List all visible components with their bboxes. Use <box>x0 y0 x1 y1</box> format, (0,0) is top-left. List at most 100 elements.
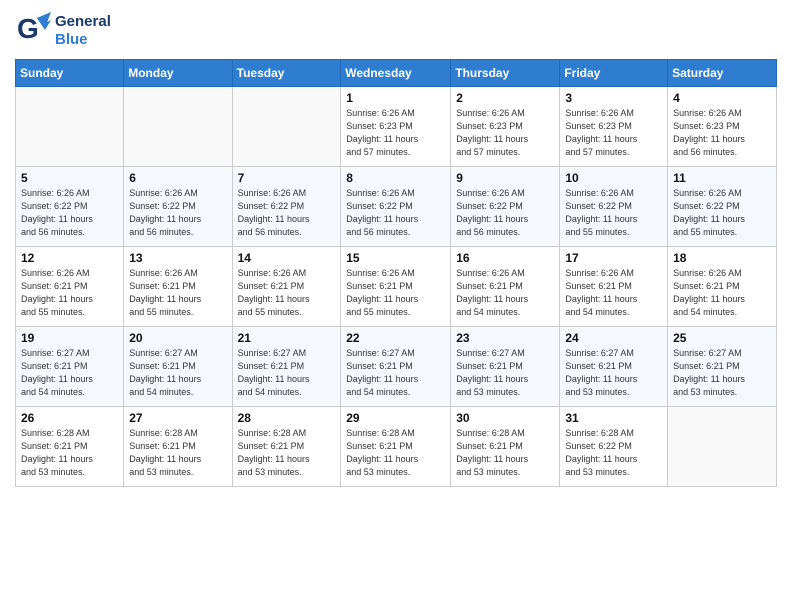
day-info: Sunrise: 6:26 AM Sunset: 6:23 PM Dayligh… <box>456 107 554 159</box>
calendar-cell: 12 Sunrise: 6:26 AM Sunset: 6:21 PM Dayli… <box>16 247 124 327</box>
calendar-cell: 30 Sunrise: 6:28 AM Sunset: 6:21 PM Dayli… <box>451 407 560 487</box>
calendar-cell: 24 Sunrise: 6:27 AM Sunset: 6:21 PM Dayli… <box>560 327 668 407</box>
day-number: 28 <box>238 411 336 425</box>
day-info: Sunrise: 6:26 AM Sunset: 6:21 PM Dayligh… <box>129 267 226 319</box>
calendar-cell: 7 Sunrise: 6:26 AM Sunset: 6:22 PM Daylig… <box>232 167 341 247</box>
calendar-week-3: 12 Sunrise: 6:26 AM Sunset: 6:21 PM Dayli… <box>16 247 777 327</box>
day-number: 5 <box>21 171 118 185</box>
calendar-cell: 17 Sunrise: 6:26 AM Sunset: 6:21 PM Dayli… <box>560 247 668 327</box>
day-info: Sunrise: 6:27 AM Sunset: 6:21 PM Dayligh… <box>456 347 554 399</box>
day-number: 22 <box>346 331 445 345</box>
calendar-cell: 9Sunrise: 6:26 AM Sunset: 6:22 PM Daylig… <box>451 167 560 247</box>
calendar-cell: 25 Sunrise: 6:27 AM Sunset: 6:21 PM Dayli… <box>668 327 777 407</box>
calendar-cell: 16 Sunrise: 6:26 AM Sunset: 6:21 PM Dayli… <box>451 247 560 327</box>
svg-text:G: G <box>17 13 39 44</box>
calendar-table: SundayMondayTuesdayWednesdayThursdayFrid… <box>15 59 777 487</box>
calendar-header: SundayMondayTuesdayWednesdayThursdayFrid… <box>16 60 777 87</box>
day-info: Sunrise: 6:26 AM Sunset: 6:21 PM Dayligh… <box>238 267 336 319</box>
day-info: Sunrise: 6:27 AM Sunset: 6:21 PM Dayligh… <box>238 347 336 399</box>
calendar-cell: 14 Sunrise: 6:26 AM Sunset: 6:21 PM Dayli… <box>232 247 341 327</box>
calendar-page: G General Blue SundayMondayTuesdayWednes… <box>0 0 792 612</box>
day-number: 6 <box>129 171 226 185</box>
calendar-week-1: 1 Sunrise: 6:26 AM Sunset: 6:23 PM Daylig… <box>16 87 777 167</box>
day-info: Sunrise: 6:26 AM Sunset: 6:21 PM Dayligh… <box>21 267 118 319</box>
day-number: 12 <box>21 251 118 265</box>
day-number: 16 <box>456 251 554 265</box>
day-number: 14 <box>238 251 336 265</box>
calendar-cell: 8Sunrise: 6:26 AM Sunset: 6:22 PM Daylig… <box>341 167 451 247</box>
day-number: 30 <box>456 411 554 425</box>
calendar-cell: 27 Sunrise: 6:28 AM Sunset: 6:21 PM Dayli… <box>124 407 232 487</box>
weekday-header-monday: Monday <box>124 60 232 87</box>
calendar-cell: 18 Sunrise: 6:26 AM Sunset: 6:21 PM Dayli… <box>668 247 777 327</box>
day-number: 1 <box>346 91 445 105</box>
calendar-cell: 22 Sunrise: 6:27 AM Sunset: 6:21 PM Dayli… <box>341 327 451 407</box>
day-number: 31 <box>565 411 662 425</box>
header: G General Blue <box>15 10 777 51</box>
day-info: Sunrise: 6:27 AM Sunset: 6:21 PM Dayligh… <box>565 347 662 399</box>
calendar-cell: 26Sunrise: 6:28 AM Sunset: 6:21 PM Dayli… <box>16 407 124 487</box>
weekday-header-sunday: Sunday <box>16 60 124 87</box>
logo-text: General Blue <box>55 13 111 48</box>
day-number: 27 <box>129 411 226 425</box>
calendar-cell: 10 Sunrise: 6:26 AM Sunset: 6:22 PM Dayli… <box>560 167 668 247</box>
day-info: Sunrise: 6:26 AM Sunset: 6:21 PM Dayligh… <box>673 267 771 319</box>
calendar-cell <box>16 87 124 167</box>
day-number: 20 <box>129 331 226 345</box>
weekday-header-friday: Friday <box>560 60 668 87</box>
calendar-body: 1 Sunrise: 6:26 AM Sunset: 6:23 PM Daylig… <box>16 87 777 487</box>
day-info: Sunrise: 6:28 AM Sunset: 6:22 PM Dayligh… <box>565 427 662 479</box>
calendar-cell <box>668 407 777 487</box>
day-number: 3 <box>565 91 662 105</box>
calendar-cell: 20Sunrise: 6:27 AM Sunset: 6:21 PM Dayli… <box>124 327 232 407</box>
day-number: 4 <box>673 91 771 105</box>
day-info: Sunrise: 6:26 AM Sunset: 6:22 PM Dayligh… <box>238 187 336 239</box>
day-info: Sunrise: 6:26 AM Sunset: 6:22 PM Dayligh… <box>565 187 662 239</box>
day-info: Sunrise: 6:26 AM Sunset: 6:21 PM Dayligh… <box>565 267 662 319</box>
day-info: Sunrise: 6:28 AM Sunset: 6:21 PM Dayligh… <box>129 427 226 479</box>
day-number: 25 <box>673 331 771 345</box>
day-number: 18 <box>673 251 771 265</box>
day-info: Sunrise: 6:27 AM Sunset: 6:21 PM Dayligh… <box>21 347 118 399</box>
weekday-header-tuesday: Tuesday <box>232 60 341 87</box>
day-info: Sunrise: 6:26 AM Sunset: 6:21 PM Dayligh… <box>456 267 554 319</box>
calendar-cell: 29Sunrise: 6:28 AM Sunset: 6:21 PM Dayli… <box>341 407 451 487</box>
day-info: Sunrise: 6:26 AM Sunset: 6:22 PM Dayligh… <box>346 187 445 239</box>
calendar-cell: 5 Sunrise: 6:26 AM Sunset: 6:22 PM Daylig… <box>16 167 124 247</box>
day-number: 21 <box>238 331 336 345</box>
calendar-cell <box>124 87 232 167</box>
calendar-cell: 28 Sunrise: 6:28 AM Sunset: 6:21 PM Dayli… <box>232 407 341 487</box>
calendar-cell: 11Sunrise: 6:26 AM Sunset: 6:22 PM Dayli… <box>668 167 777 247</box>
weekday-header-saturday: Saturday <box>668 60 777 87</box>
day-number: 19 <box>21 331 118 345</box>
calendar-cell: 3 Sunrise: 6:26 AM Sunset: 6:23 PM Daylig… <box>560 87 668 167</box>
weekday-header-row: SundayMondayTuesdayWednesdayThursdayFrid… <box>16 60 777 87</box>
day-number: 7 <box>238 171 336 185</box>
day-info: Sunrise: 6:27 AM Sunset: 6:21 PM Dayligh… <box>673 347 771 399</box>
calendar-week-2: 5 Sunrise: 6:26 AM Sunset: 6:22 PM Daylig… <box>16 167 777 247</box>
day-info: Sunrise: 6:26 AM Sunset: 6:22 PM Dayligh… <box>129 187 226 239</box>
day-info: Sunrise: 6:28 AM Sunset: 6:21 PM Dayligh… <box>21 427 118 479</box>
day-number: 17 <box>565 251 662 265</box>
day-info: Sunrise: 6:26 AM Sunset: 6:23 PM Dayligh… <box>346 107 445 159</box>
day-number: 15 <box>346 251 445 265</box>
day-info: Sunrise: 6:28 AM Sunset: 6:21 PM Dayligh… <box>238 427 336 479</box>
day-number: 10 <box>565 171 662 185</box>
day-info: Sunrise: 6:26 AM Sunset: 6:23 PM Dayligh… <box>565 107 662 159</box>
day-info: Sunrise: 6:26 AM Sunset: 6:22 PM Dayligh… <box>673 187 771 239</box>
calendar-week-4: 19 Sunrise: 6:27 AM Sunset: 6:21 PM Dayli… <box>16 327 777 407</box>
weekday-header-thursday: Thursday <box>451 60 560 87</box>
calendar-cell: 23Sunrise: 6:27 AM Sunset: 6:21 PM Dayli… <box>451 327 560 407</box>
calendar-cell: 4 Sunrise: 6:26 AM Sunset: 6:23 PM Daylig… <box>668 87 777 167</box>
calendar-cell: 15Sunrise: 6:26 AM Sunset: 6:21 PM Dayli… <box>341 247 451 327</box>
calendar-week-5: 26Sunrise: 6:28 AM Sunset: 6:21 PM Dayli… <box>16 407 777 487</box>
day-info: Sunrise: 6:26 AM Sunset: 6:23 PM Dayligh… <box>673 107 771 159</box>
day-info: Sunrise: 6:26 AM Sunset: 6:22 PM Dayligh… <box>21 187 118 239</box>
day-number: 13 <box>129 251 226 265</box>
day-number: 24 <box>565 331 662 345</box>
calendar-cell: 21 Sunrise: 6:27 AM Sunset: 6:21 PM Dayli… <box>232 327 341 407</box>
calendar-cell: 13 Sunrise: 6:26 AM Sunset: 6:21 PM Dayli… <box>124 247 232 327</box>
day-info: Sunrise: 6:27 AM Sunset: 6:21 PM Dayligh… <box>346 347 445 399</box>
day-info: Sunrise: 6:28 AM Sunset: 6:21 PM Dayligh… <box>456 427 554 479</box>
calendar-cell: 19 Sunrise: 6:27 AM Sunset: 6:21 PM Dayli… <box>16 327 124 407</box>
